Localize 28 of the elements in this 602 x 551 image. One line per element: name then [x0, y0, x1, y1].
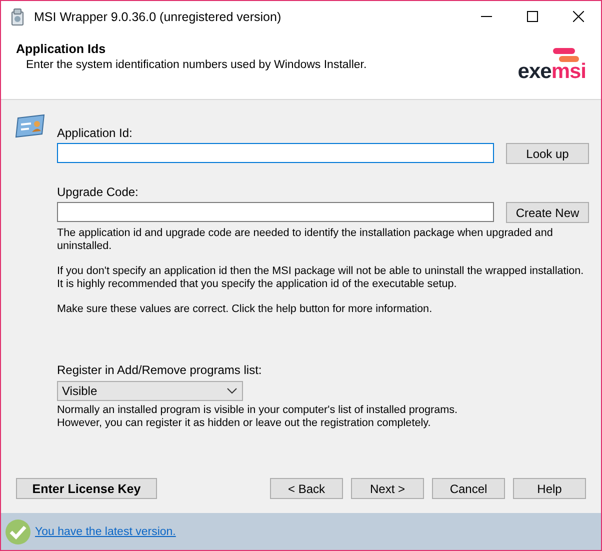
field-label: Register in Add/Remove programs list: — [57, 363, 263, 377]
action-button[interactable]: Create New — [506, 202, 589, 223]
text-field[interactable] — [57, 143, 494, 163]
close-icon[interactable] — [573, 11, 584, 22]
wizard-button[interactable]: Help — [513, 478, 586, 499]
wizard-button[interactable]: < Back — [270, 478, 343, 499]
license-key-button[interactable]: Enter License Key — [16, 478, 157, 499]
chevron-down-icon — [227, 388, 237, 394]
maximize-icon[interactable] — [527, 11, 538, 22]
dropdown[interactable]: Visible — [57, 381, 243, 401]
help-text: Normally an installed program is visible in your computer's list of installed programs. However, you can register it as hidden or leave out the registration completely. — [57, 404, 459, 430]
help-text: Make sure these values are correct. Click the help button for more information. — [57, 303, 434, 316]
field-label: Upgrade Code: — [57, 185, 140, 199]
help-text: If you don't specify an application id then the MSI package will not be able to uninstall the wrapped installation. It is highly recommended that you specify the application id of the executable setup. — [57, 265, 585, 291]
window-title: MSI Wrapper 9.0.36.0 (unregistered version) — [34, 10, 282, 24]
wizard-button[interactable]: Next > — [351, 478, 424, 499]
logo-icon — [550, 48, 580, 62]
action-button[interactable]: Look up — [506, 143, 589, 164]
help-text: The application id and upgrade code are needed to identify the installation package when upgraded and uninstalled. — [57, 227, 554, 253]
text-field[interactable] — [57, 202, 494, 222]
wizard-button[interactable]: Cancel — [432, 478, 505, 499]
field-label: Application Id: — [57, 126, 134, 140]
logo-text: exemsi — [518, 62, 586, 82]
installer-icon — [10, 8, 26, 26]
checkmark-icon — [5, 518, 31, 544]
page-title: Application Ids — [16, 42, 107, 56]
id-card-icon — [14, 114, 46, 138]
page-subtitle: Enter the system identification numbers used by Windows Installer. — [25, 59, 367, 71]
